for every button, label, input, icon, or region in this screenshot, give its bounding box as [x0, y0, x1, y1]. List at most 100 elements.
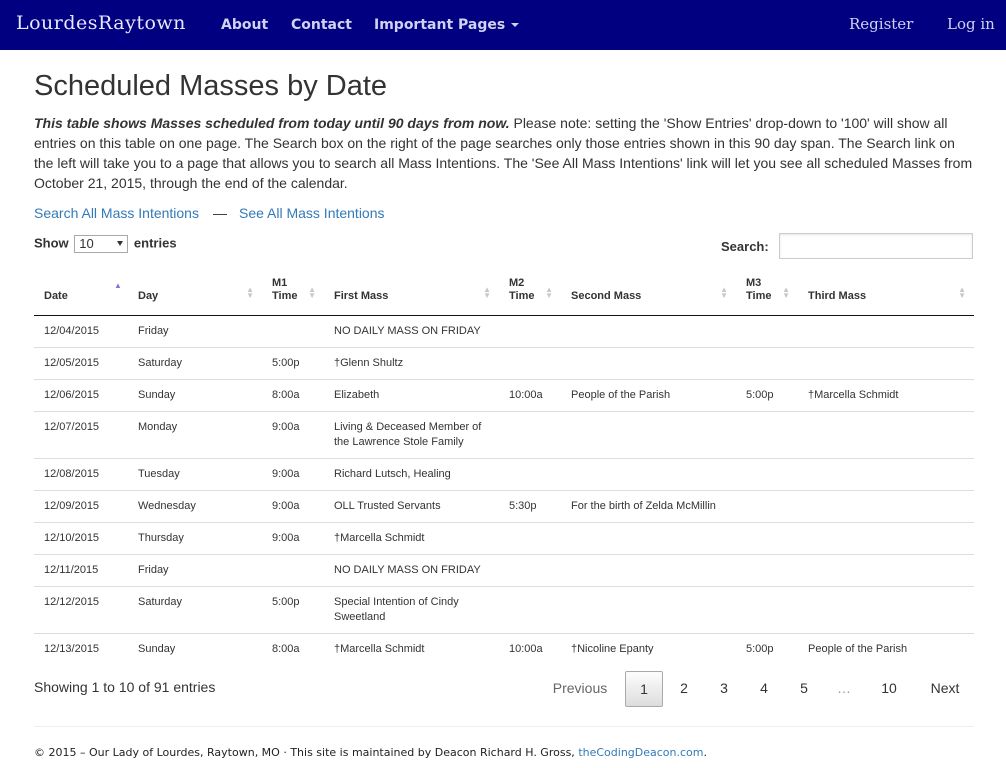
- cell-second-mass: †Nicoline Epanty: [561, 632, 736, 665]
- footer-link[interactable]: theCodingDeacon.com: [578, 746, 703, 759]
- cell-first-mass: NO DAILY MASS ON FRIDAY: [334, 324, 481, 337]
- page-button[interactable]: 2: [666, 671, 702, 705]
- search-label: Search:: [721, 239, 769, 254]
- cell-first-mass: †Marcella Schmidt: [324, 632, 499, 665]
- cell-day: Thursday: [128, 521, 262, 554]
- cell-date: 12/07/2015: [34, 410, 128, 458]
- sort-asc-icon: ▲: [114, 280, 122, 290]
- cell-m1-time: 9:00a: [262, 489, 324, 522]
- page-button[interactable]: 5: [786, 671, 822, 705]
- cell-date: 12/10/2015: [34, 521, 128, 554]
- cell-third-mass: [798, 489, 974, 522]
- nav-important-pages[interactable]: Important Pages: [374, 17, 520, 33]
- nav-contact[interactable]: Contact: [291, 17, 352, 33]
- cell-date: 12/09/2015: [34, 489, 128, 522]
- header-row: Date ▲ Day ▲ ▼ M1 Time ▲ ▼ First Mass ▲ ▼ M2 Time…: [34, 270, 974, 316]
- col-third-mass[interactable]: Third Mass ▲ ▼: [798, 270, 974, 316]
- footer: © 2015 – Our Lady of Lourdes, Raytown, M…: [34, 746, 707, 759]
- col-second-label: Second Mass: [571, 289, 642, 302]
- search-all-link[interactable]: Search All Mass Intentions: [34, 205, 199, 221]
- cell-date: 12/13/2015: [34, 632, 128, 665]
- see-all-link[interactable]: See All Mass Intentions: [239, 205, 385, 221]
- col-m1-time-label: Time: [272, 289, 298, 302]
- cell-m2-time: 10:00a: [499, 378, 561, 411]
- cell-third-mass: †Marcella Schmidt: [798, 378, 974, 411]
- cell-day: Tuesday: [128, 457, 262, 490]
- col-m1-time[interactable]: M1 Time ▲ ▼: [262, 270, 324, 316]
- link-separator: —: [212, 205, 227, 221]
- col-m1-label: M1: [272, 276, 288, 289]
- cell-third-mass: [798, 315, 974, 347]
- table-info: Showing 1 to 10 of 91 entries: [34, 679, 216, 695]
- cell-m1-time: [262, 315, 324, 347]
- col-third-label: Third Mass: [808, 289, 867, 302]
- entries-select[interactable]: 10: [74, 235, 129, 253]
- cell-third-mass: [798, 410, 974, 458]
- nav-about[interactable]: About: [221, 17, 268, 33]
- col-day[interactable]: Day ▲ ▼: [128, 270, 262, 316]
- cell-day: Saturday: [128, 346, 262, 379]
- cell-m2-time: 10:00a: [499, 632, 561, 665]
- cell-first-mass: NO DAILY MASS ON FRIDAY: [324, 553, 499, 586]
- cell-third-mass: [798, 346, 974, 379]
- table-row: 12/04/2015 Friday NO DAILY MASS ON FRIDAY: [34, 315, 974, 347]
- site-brand[interactable]: LourdesRaytown: [16, 12, 186, 34]
- cell-second-mass: [561, 410, 736, 458]
- cell-m3-time: [736, 410, 798, 458]
- sort-icon: ▲ ▼: [720, 284, 728, 300]
- cell-m2-time: [499, 553, 561, 586]
- col-second-mass[interactable]: Second Mass ▲ ▼: [561, 270, 736, 316]
- intention-links: Search All Mass Intentions — See All Mass …: [34, 205, 385, 221]
- cell-m3-time: [736, 489, 798, 522]
- cell-third-mass: [798, 521, 974, 554]
- sort-icon: ▲ ▼: [545, 284, 553, 300]
- cell-m1-time: 5:00p: [262, 346, 324, 379]
- cell-m2-time: [499, 457, 561, 490]
- table-row: 12/10/2015 Thursday 9:00a †Marcella Schmidt: [34, 521, 974, 554]
- cell-second-mass: People of the Parish: [561, 378, 736, 411]
- col-day-label: Day: [138, 289, 159, 302]
- sort-icon: ▲ ▼: [958, 284, 966, 300]
- show-label: Show: [34, 235, 69, 251]
- col-date[interactable]: Date ▲: [34, 270, 128, 316]
- entries-select-value: 10: [79, 236, 94, 251]
- cell-first-mass: Special Intention of Cindy Sweetland: [324, 585, 499, 633]
- col-m3-time[interactable]: M3 Time ▲ ▼: [736, 270, 798, 316]
- cell-date: 12/12/2015: [34, 585, 128, 633]
- page-button[interactable]: 3: [706, 671, 742, 705]
- col-m2-time[interactable]: M2 Time ▲ ▼: [499, 270, 561, 316]
- page-button[interactable]: 4: [746, 671, 782, 705]
- cell-m1-time: 9:00a: [262, 457, 324, 490]
- cell-day: Friday: [128, 553, 262, 586]
- page-button[interactable]: 1: [625, 671, 663, 707]
- table-row: 12/12/2015 Saturday 5:00p Special Intention…: [34, 585, 974, 633]
- cell-m3-time: [736, 315, 798, 347]
- cell-third-mass: [798, 553, 974, 586]
- cell-second-mass: [561, 315, 736, 347]
- cell-m1-time: 8:00a: [262, 378, 324, 411]
- search-input[interactable]: [779, 233, 973, 259]
- cell-m1-time: 9:00a: [262, 410, 324, 458]
- col-first-mass[interactable]: First Mass ▲ ▼: [324, 270, 499, 316]
- sort-icon: ▲ ▼: [483, 284, 491, 300]
- cell-m3-time: [736, 346, 798, 379]
- table-row: 12/13/2015 Sunday 8:00a †Marcella Schmidt 10…: [34, 632, 974, 665]
- col-first-label: First Mass: [334, 289, 389, 302]
- previous-button[interactable]: Previous: [540, 671, 620, 705]
- page-title: Scheduled Masses by Date: [34, 70, 388, 102]
- nav-register[interactable]: Register: [849, 15, 913, 33]
- page-button[interactable]: 10: [871, 671, 907, 705]
- caret-down-icon: [511, 23, 520, 27]
- cell-m2-time: [499, 521, 561, 554]
- table-row: 12/11/2015 Friday NO DAILY MASS ON FRIDAY: [34, 553, 974, 586]
- cell-m2-time: [499, 346, 561, 379]
- next-button[interactable]: Next: [922, 671, 968, 705]
- cell-m1-time: [262, 553, 324, 586]
- cell-m1-time: 9:00a: [262, 521, 324, 554]
- nav-login[interactable]: Log in: [947, 15, 995, 33]
- cell-day: Monday: [128, 410, 262, 458]
- top-navbar: LourdesRaytown About Contact Important P…: [0, 0, 1006, 50]
- entries-label: entries: [133, 235, 177, 251]
- cell-m2-time: [499, 315, 561, 347]
- cell-second-mass: [561, 457, 736, 490]
